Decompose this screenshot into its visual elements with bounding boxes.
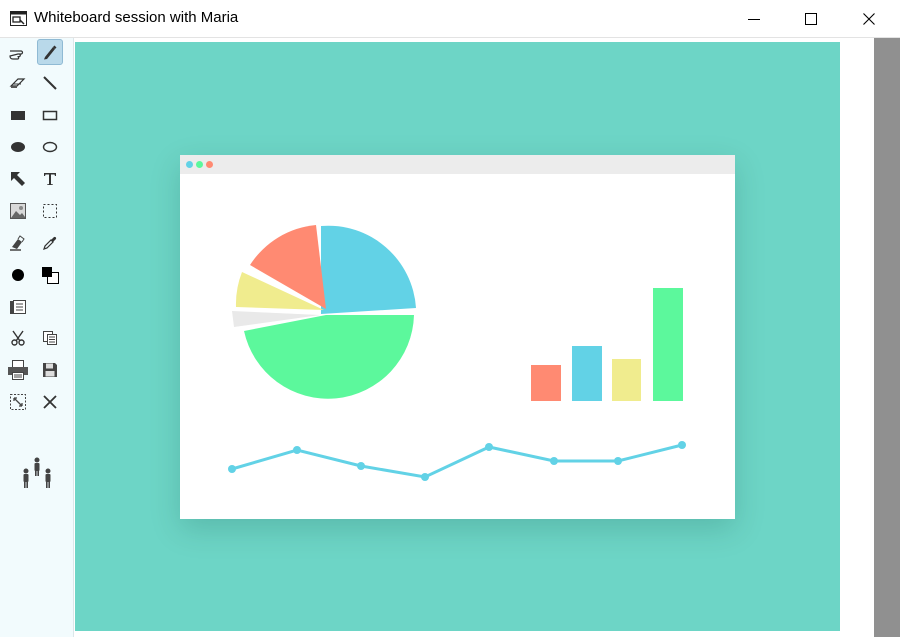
pen-icon	[44, 45, 57, 60]
text-icon	[44, 173, 56, 185]
line-icon	[43, 76, 57, 90]
participants-icon	[23, 457, 51, 488]
ellipse-outline-tool-button[interactable]	[37, 134, 63, 160]
print-icon	[8, 360, 28, 380]
save-icon	[43, 363, 57, 377]
close-button[interactable]	[840, 0, 898, 38]
maximize-icon	[805, 13, 817, 25]
pages-icon	[10, 300, 26, 314]
bar-salmon	[531, 365, 561, 401]
whiteboard-app-icon	[10, 11, 27, 26]
minimize-button[interactable]	[725, 0, 783, 38]
title-bar: Whiteboard session with Maria	[0, 0, 900, 38]
clear-button[interactable]	[37, 389, 63, 415]
filled-rectangle-icon	[11, 111, 25, 120]
image-tool-button[interactable]	[5, 198, 31, 224]
image-icon	[10, 203, 26, 219]
close-icon	[863, 13, 875, 25]
pie-slice-green	[244, 315, 414, 399]
window-title: Whiteboard session with Maria	[34, 9, 239, 26]
color-picker-button[interactable]	[37, 262, 63, 288]
browser-window-drawing	[180, 155, 735, 519]
color-swatch-icon	[42, 267, 59, 284]
clear-icon	[43, 395, 57, 409]
maximize-button[interactable]	[782, 0, 840, 38]
rectangle-outline-tool-button[interactable]	[37, 102, 63, 128]
trend-point	[550, 457, 558, 465]
print-button[interactable]	[5, 357, 31, 383]
eraser-tool-button[interactable]	[5, 70, 31, 96]
filled-rectangle-tool-button[interactable]	[5, 102, 31, 128]
vertical-scrollbar[interactable]	[874, 38, 900, 637]
pie-slice-blue	[321, 225, 416, 314]
highlighter-tool-button[interactable]	[5, 230, 31, 256]
cut-icon	[11, 330, 25, 346]
brush-size-button[interactable]	[5, 262, 31, 288]
select-region-tool-button[interactable]	[37, 198, 63, 224]
participants-button[interactable]	[20, 456, 54, 492]
bar-chart-graphic	[531, 288, 683, 401]
bar-blue	[572, 346, 602, 401]
tool-palette	[0, 38, 74, 637]
trend-point	[678, 441, 686, 449]
ellipse-outline-icon	[42, 141, 58, 153]
pen-tool-button[interactable]	[37, 39, 63, 65]
text-tool-button[interactable]	[37, 166, 63, 192]
fit-screen-button[interactable]	[5, 389, 31, 415]
chart-illustration	[228, 225, 686, 481]
highlighter-icon	[10, 235, 25, 251]
filled-ellipse-icon	[11, 142, 25, 152]
trend-point	[421, 473, 429, 481]
copy-icon	[43, 331, 57, 345]
cut-button[interactable]	[5, 325, 31, 351]
fit-screen-icon	[10, 394, 26, 410]
brush-size-icon	[12, 269, 24, 281]
pages-button[interactable]	[5, 294, 31, 320]
pie-chart-graphic	[232, 225, 416, 399]
trend-point	[485, 443, 493, 451]
trend-point	[357, 462, 365, 470]
select-region-icon	[43, 204, 57, 218]
eyedropper-tool-button[interactable]	[37, 230, 63, 256]
trend-point	[614, 457, 622, 465]
arrow-icon	[11, 172, 25, 186]
trend-point	[228, 465, 236, 473]
trend-point	[293, 446, 301, 454]
line-chart-graphic	[228, 441, 686, 481]
bar-green	[653, 288, 683, 401]
pointer-tool-button[interactable]	[5, 40, 31, 66]
save-button[interactable]	[37, 357, 63, 383]
filled-ellipse-tool-button[interactable]	[5, 134, 31, 160]
line-tool-button[interactable]	[37, 70, 63, 96]
eraser-icon	[9, 78, 26, 88]
rectangle-outline-icon	[42, 110, 58, 121]
bar-yellow	[612, 359, 641, 401]
eyedropper-icon	[43, 236, 57, 250]
minimize-icon	[748, 19, 760, 20]
arrow-tool-button[interactable]	[5, 166, 31, 192]
copy-button[interactable]	[37, 325, 63, 351]
pointer-hand-icon	[9, 50, 24, 60]
